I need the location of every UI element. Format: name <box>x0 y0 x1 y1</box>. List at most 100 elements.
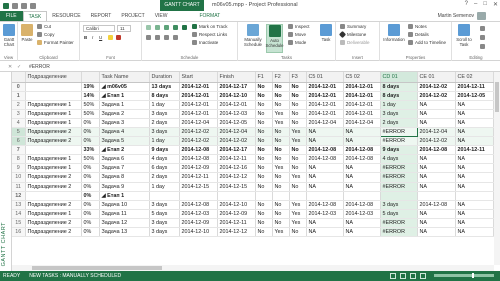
row-number[interactable]: 11 <box>12 182 26 192</box>
table-cell[interactable]: 1 day <box>149 100 180 110</box>
table-cell[interactable]: Подразделение 2 <box>25 200 82 210</box>
table-cell[interactable]: 3 days <box>149 109 180 119</box>
table-cell[interactable]: No <box>255 82 273 92</box>
zoom-thumb[interactable] <box>472 273 474 278</box>
table-cell[interactable]: 2014-12-09 <box>217 209 256 219</box>
table-cell[interactable] <box>25 91 82 101</box>
tab-file[interactable]: FILE <box>0 11 23 21</box>
table-cell[interactable]: No <box>289 145 307 156</box>
row-number[interactable]: 8 <box>12 154 26 165</box>
column-header[interactable]: F1 <box>255 72 273 83</box>
table-cell[interactable]: No <box>255 218 273 229</box>
inspect-button[interactable]: Inspect <box>288 24 310 29</box>
table-cell[interactable]: 2014-12-04 <box>217 127 256 138</box>
redo-icon[interactable] <box>30 2 36 9</box>
table-cell[interactable]: No <box>289 227 307 238</box>
table-cell[interactable] <box>217 191 256 201</box>
table-cell[interactable]: Yes <box>272 227 290 238</box>
inactivate-button[interactable]: Inactivate <box>192 40 218 45</box>
table-cell[interactable]: NA <box>455 109 494 119</box>
undo-icon[interactable] <box>21 2 27 9</box>
table-cell[interactable]: 2014-12-01 <box>217 100 256 110</box>
mode-column-header[interactable] <box>81 72 100 83</box>
column-header[interactable]: Task Name <box>99 72 150 83</box>
table-cell[interactable]: 2014-12-08 <box>343 145 381 156</box>
table-cell[interactable]: 2014-12-15 <box>217 182 256 192</box>
table-cell[interactable]: No <box>272 100 290 110</box>
table-cell[interactable]: 2 days <box>149 118 180 128</box>
zoom-slider[interactable] <box>434 273 494 278</box>
tab-view[interactable]: VIEW <box>150 11 173 21</box>
table-cell[interactable]: No <box>255 109 273 119</box>
vertical-scroll-thumb[interactable] <box>495 82 499 112</box>
table-cell[interactable]: NA <box>306 218 344 229</box>
table-cell[interactable]: NA <box>455 182 494 192</box>
table-cell[interactable]: 2014-12-01 <box>179 82 218 92</box>
table-row[interactable]: 2 Подразделение 1 50% Задача 11 day 2014-12-… <box>12 100 494 110</box>
paste-button[interactable]: Paste <box>20 24 34 42</box>
table-row[interactable]: 5 Подразделение 2 0% Задача 43 days 2014-12-… <box>12 126 494 138</box>
table-cell[interactable]: No <box>255 127 273 138</box>
minimize-icon[interactable]: – <box>474 1 477 8</box>
table-cell[interactable]: Подразделение 2 <box>25 227 82 238</box>
table-cell[interactable]: 2014-12-01 <box>306 82 344 92</box>
table-cell[interactable]: 2014-12-03 <box>179 209 218 219</box>
table-cell[interactable]: NA <box>417 163 456 174</box>
table-cell[interactable]: NA <box>455 227 494 238</box>
confirm-entry-icon[interactable]: ✓ <box>17 64 21 70</box>
table-row[interactable]: 7 33% ◢ Етап 29 days 2014-12-08 2014-12-17 No… <box>12 145 494 156</box>
table-cell[interactable]: 2014-12-08 <box>417 145 456 156</box>
table-cell[interactable]: ◢ Етап 1 <box>99 91 150 101</box>
table-cell[interactable]: 2014-12-08 <box>306 154 344 165</box>
mode-cell[interactable]: 0% <box>81 182 100 192</box>
table-cell[interactable]: 2014-12-10 <box>179 227 218 238</box>
column-header[interactable]: C5 01 <box>306 72 344 83</box>
table-cell[interactable]: 2014-12-08 <box>306 200 344 210</box>
table-cell[interactable]: 2014-12-11 <box>217 218 256 229</box>
table-cell[interactable]: NA <box>417 182 456 192</box>
table-cell[interactable]: Yes <box>289 127 307 138</box>
table-cell[interactable]: 2014-12-01 <box>306 109 344 119</box>
table-cell[interactable]: #ERROR <box>380 172 418 183</box>
row-number[interactable]: 4 <box>12 118 26 128</box>
table-cell[interactable]: No <box>255 136 273 147</box>
table-cell[interactable]: 2014-12-11 <box>455 82 494 92</box>
table-cell[interactable]: 2 days <box>380 118 418 128</box>
table-cell[interactable] <box>343 191 381 201</box>
mode-cell[interactable]: 0% <box>81 227 100 238</box>
details-button[interactable]: Details <box>408 32 429 37</box>
table-cell[interactable]: NA <box>343 163 381 174</box>
table-cell[interactable]: 1 day <box>149 182 180 192</box>
manually-schedule-button[interactable]: Manually Schedule <box>241 24 265 47</box>
respect-links-button[interactable]: Respect Links <box>192 32 227 37</box>
table-cell[interactable] <box>25 191 82 201</box>
column-header[interactable]: CE 01 <box>417 72 456 83</box>
table-cell[interactable]: 2014-12-08 <box>179 200 218 210</box>
row-number[interactable]: 10 <box>12 172 26 183</box>
highlight-icon[interactable] <box>108 35 113 40</box>
table-cell[interactable] <box>272 191 290 201</box>
table-cell[interactable]: 1 day <box>380 100 418 110</box>
table-cell[interactable]: No <box>255 118 273 128</box>
table-cell[interactable]: 2014-12-04 <box>306 118 344 128</box>
table-cell[interactable]: No <box>289 100 307 110</box>
table-cell[interactable]: #ERROR <box>380 163 418 174</box>
user-name[interactable]: Martin Semenov <box>438 11 474 21</box>
summary-button[interactable]: Summary <box>340 24 366 29</box>
table-cell[interactable]: Задача 11 <box>99 209 150 219</box>
table-cell[interactable]: 2014-12-02 <box>417 91 456 101</box>
new-tasks-mode[interactable]: NEW TASKS : MANUALLY SCHEDULED <box>29 273 121 279</box>
table-cell[interactable]: ◢ Етап 2 <box>99 145 150 156</box>
add-to-timeline-button[interactable]: Add to Timeline <box>408 40 446 45</box>
table-cell[interactable]: 2014-12-02 <box>417 82 456 92</box>
pct-0-icon[interactable] <box>146 25 151 30</box>
table-cell[interactable]: 2014-12-11 <box>217 154 256 165</box>
table-cell[interactable]: 2014-12-17 <box>217 82 256 92</box>
table-cell[interactable]: 3 days <box>149 218 180 229</box>
table-cell[interactable]: 5 days <box>380 209 418 219</box>
mode-cell[interactable]: 0% <box>81 172 100 183</box>
close-icon[interactable]: ✕ <box>493 1 498 8</box>
table-cell[interactable]: 2014-12-12 <box>217 227 256 238</box>
table-cell[interactable]: Подразделение 2 <box>25 182 82 192</box>
clear-icon[interactable] <box>480 35 485 40</box>
